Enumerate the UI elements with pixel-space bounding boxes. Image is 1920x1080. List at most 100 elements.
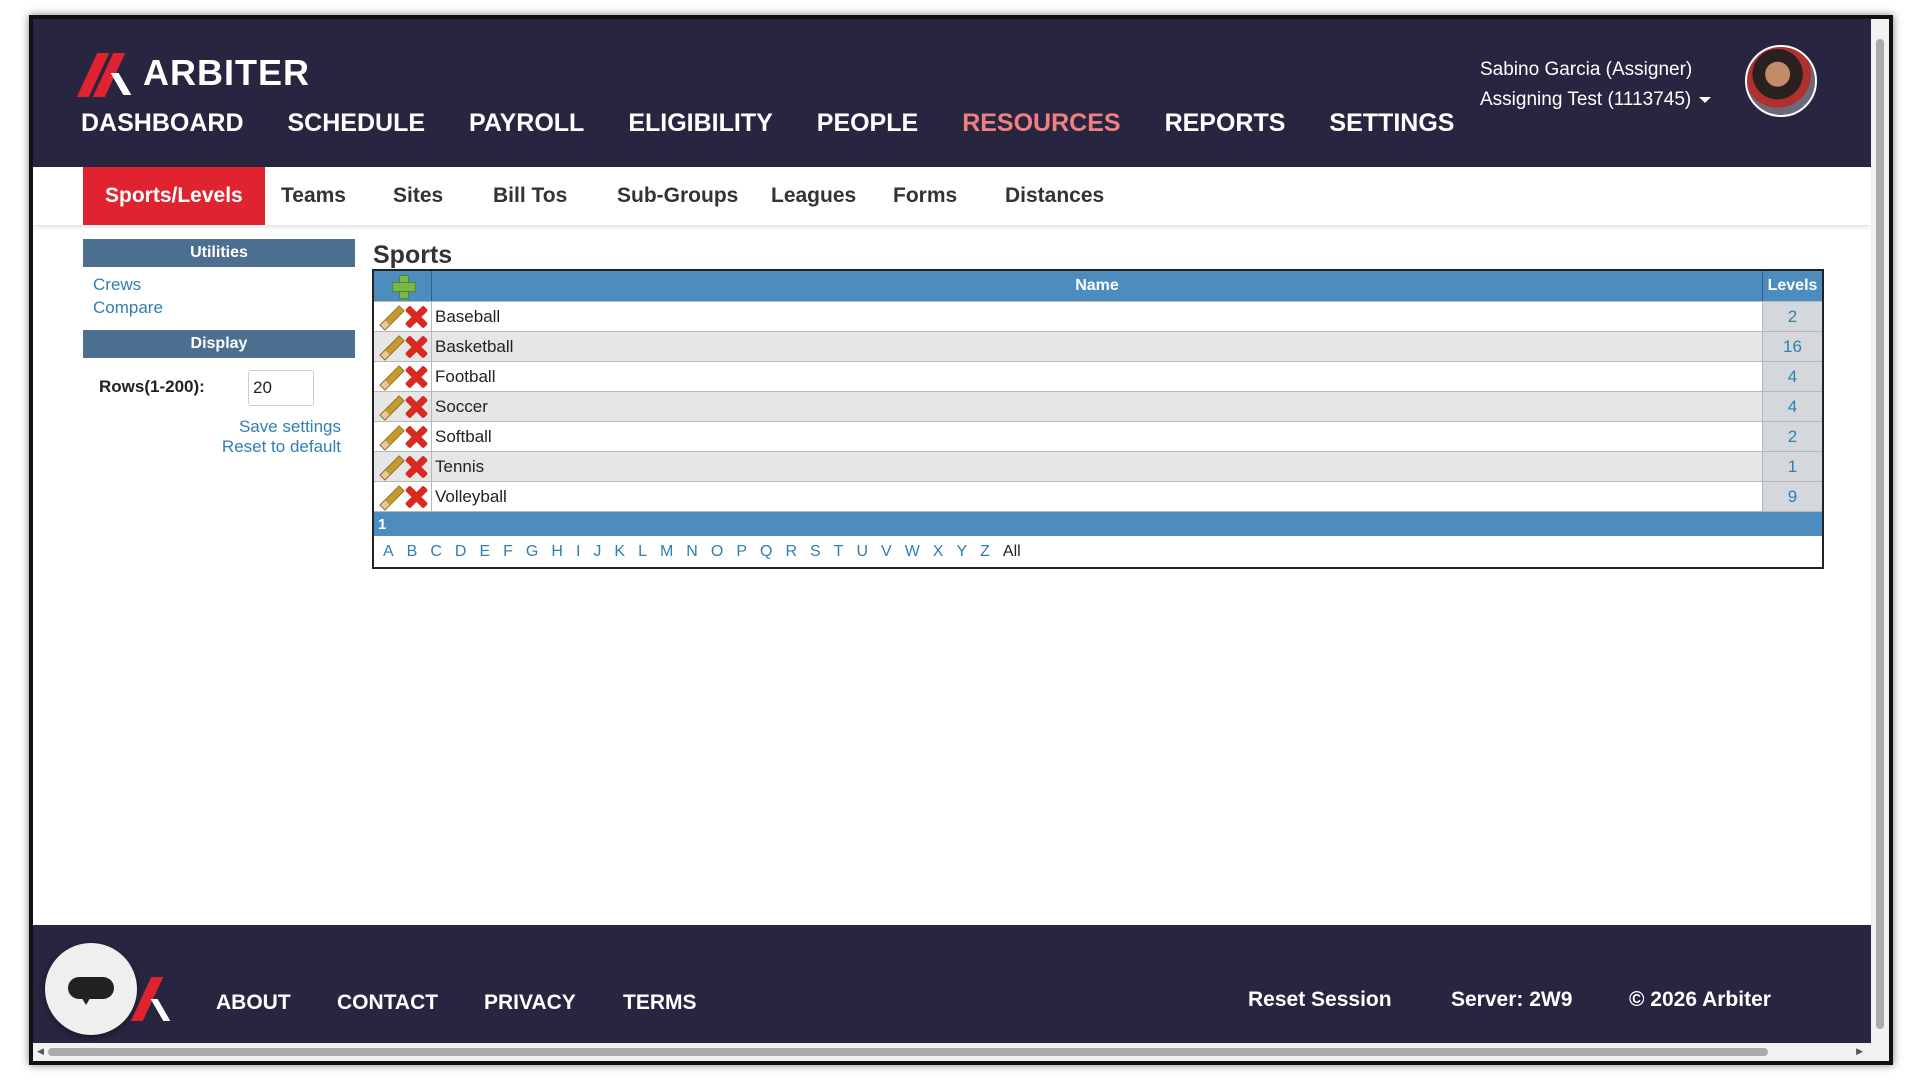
scroll-right-icon[interactable]: ▶ [1856,1046,1863,1057]
edit-pencil-icon[interactable] [378,335,402,359]
tab-teams[interactable]: Teams [259,167,368,225]
sport-levels-link[interactable]: 16 [1763,332,1822,361]
table-row: Soccer 4 [374,391,1822,421]
edit-pencil-icon[interactable] [378,395,402,419]
edit-pencil-icon[interactable] [378,485,402,509]
sport-levels-link[interactable]: 2 [1763,422,1822,451]
alpha-letter-g[interactable]: G [526,543,538,561]
horizontal-scroll-thumb[interactable] [48,1048,1768,1056]
horizontal-scrollbar[interactable]: ◀ ▶ [33,1043,1889,1061]
avatar[interactable] [1745,45,1817,117]
delete-x-icon[interactable] [405,486,427,508]
nav-schedule[interactable]: SCHEDULE [288,109,426,138]
nav-people[interactable]: PEOPLE [817,109,918,138]
nav-settings[interactable]: SETTINGS [1329,109,1454,138]
alpha-letter-u[interactable]: U [856,543,868,561]
scroll-left-icon[interactable]: ◀ [37,1046,44,1057]
alpha-letter-k[interactable]: K [614,543,625,561]
alpha-letter-w[interactable]: W [905,543,920,561]
crews-link[interactable]: Crews [93,275,141,295]
footer-about[interactable]: ABOUT [216,991,291,1015]
sport-levels-link[interactable]: 4 [1763,362,1822,391]
sport-name: Soccer [432,392,1763,421]
edit-pencil-icon[interactable] [378,455,402,479]
col-levels[interactable]: Levels [1763,271,1822,301]
alpha-letter-p[interactable]: P [736,543,747,561]
alpha-letter-c[interactable]: C [430,543,442,561]
rows-input[interactable] [248,370,314,406]
alpha-letter-l[interactable]: L [638,543,647,561]
nav-reports[interactable]: REPORTS [1165,109,1286,138]
nav-payroll[interactable]: PAYROLL [469,109,584,138]
alpha-letter-e[interactable]: E [479,543,490,561]
alpha-letter-f[interactable]: F [503,543,513,561]
alpha-letter-y[interactable]: Y [956,543,967,561]
edit-pencil-icon[interactable] [378,425,402,449]
table-row: Baseball 2 [374,301,1822,331]
nav-eligibility[interactable]: ELIGIBILITY [628,109,772,138]
alpha-letter-j[interactable]: J [593,543,601,561]
table-row: Volleyball 9 [374,481,1822,511]
alpha-letter-d[interactable]: D [455,543,467,561]
nav-resources[interactable]: RESOURCES [962,109,1120,138]
page-number[interactable]: 1 [378,516,386,533]
alpha-letter-a[interactable]: A [383,543,394,561]
alpha-letter-r[interactable]: R [785,543,797,561]
chat-button[interactable] [45,943,137,1035]
user-menu[interactable]: Sabino Garcia (Assigner) Assigning Test … [1480,55,1712,115]
alpha-letter-b[interactable]: B [407,543,418,561]
sport-levels-link[interactable]: 2 [1763,302,1822,331]
footer-terms[interactable]: TERMS [623,991,697,1015]
alpha-letter-o[interactable]: O [711,543,723,561]
save-settings-link[interactable]: Save settings [233,417,341,437]
user-name: Sabino Garcia (Assigner) [1480,59,1693,80]
tab-leagues[interactable]: Leagues [749,167,878,225]
tab-sites[interactable]: Sites [371,167,465,225]
sport-levels-link[interactable]: 1 [1763,452,1822,481]
sport-levels-link[interactable]: 9 [1763,482,1822,511]
tab-bill-tos[interactable]: Bill Tos [471,167,589,225]
delete-x-icon[interactable] [405,456,427,478]
tab-sports-levels[interactable]: Sports/Levels [83,167,265,225]
alpha-letter-t[interactable]: T [834,543,844,561]
copyright: © 2026 Arbiter [1629,988,1771,1011]
reset-default-link[interactable]: Reset to default [183,437,341,457]
footer-privacy[interactable]: PRIVACY [484,991,576,1015]
footer-logo-icon [130,977,171,1021]
alpha-letter-q[interactable]: Q [760,543,772,561]
delete-x-icon[interactable] [405,336,427,358]
alpha-letter-h[interactable]: H [551,543,563,561]
delete-x-icon[interactable] [405,426,427,448]
vertical-scrollbar[interactable] [1871,19,1889,1051]
compare-link[interactable]: Compare [93,298,163,318]
reset-session-link[interactable]: Reset Session [1248,988,1392,1012]
alpha-letter-n[interactable]: N [686,543,698,561]
table-row: Softball 2 [374,421,1822,451]
footer-contact[interactable]: CONTACT [337,991,438,1015]
browser-frame: ARBITER DASHBOARD SCHEDULE PAYROLL ELIGI… [29,15,1893,1065]
alpha-letter-s[interactable]: S [810,543,821,561]
alpha-letter-x[interactable]: X [933,543,944,561]
group-selector[interactable]: Assigning Test (1113745) [1480,85,1712,115]
alpha-letter-i[interactable]: I [576,543,580,561]
alpha-filter: A B C D E F G H I J K L M N O P Q R S T U V W X Y Z All [374,536,1822,567]
delete-x-icon[interactable] [405,366,427,388]
tab-distances[interactable]: Distances [983,167,1126,225]
edit-pencil-icon[interactable] [378,305,402,329]
nav-dashboard[interactable]: DASHBOARD [81,109,244,138]
alpha-letter-z[interactable]: Z [980,543,990,561]
add-sport-button[interactable] [374,271,432,301]
edit-pencil-icon[interactable] [378,365,402,389]
alpha-letter-m[interactable]: M [660,543,673,561]
delete-x-icon[interactable] [405,306,427,328]
delete-x-icon[interactable] [405,396,427,418]
alpha-all[interactable]: All [1003,543,1021,561]
alpha-letter-v[interactable]: V [881,543,892,561]
vertical-scroll-thumb[interactable] [1876,39,1884,1029]
sport-levels-link[interactable]: 4 [1763,392,1822,421]
arbiter-logo[interactable]: ARBITER [76,49,310,97]
col-name[interactable]: Name [432,271,1763,301]
utilities-header: Utilities [83,239,355,267]
tab-forms[interactable]: Forms [871,167,979,225]
tab-sub-groups[interactable]: Sub-Groups [595,167,760,225]
